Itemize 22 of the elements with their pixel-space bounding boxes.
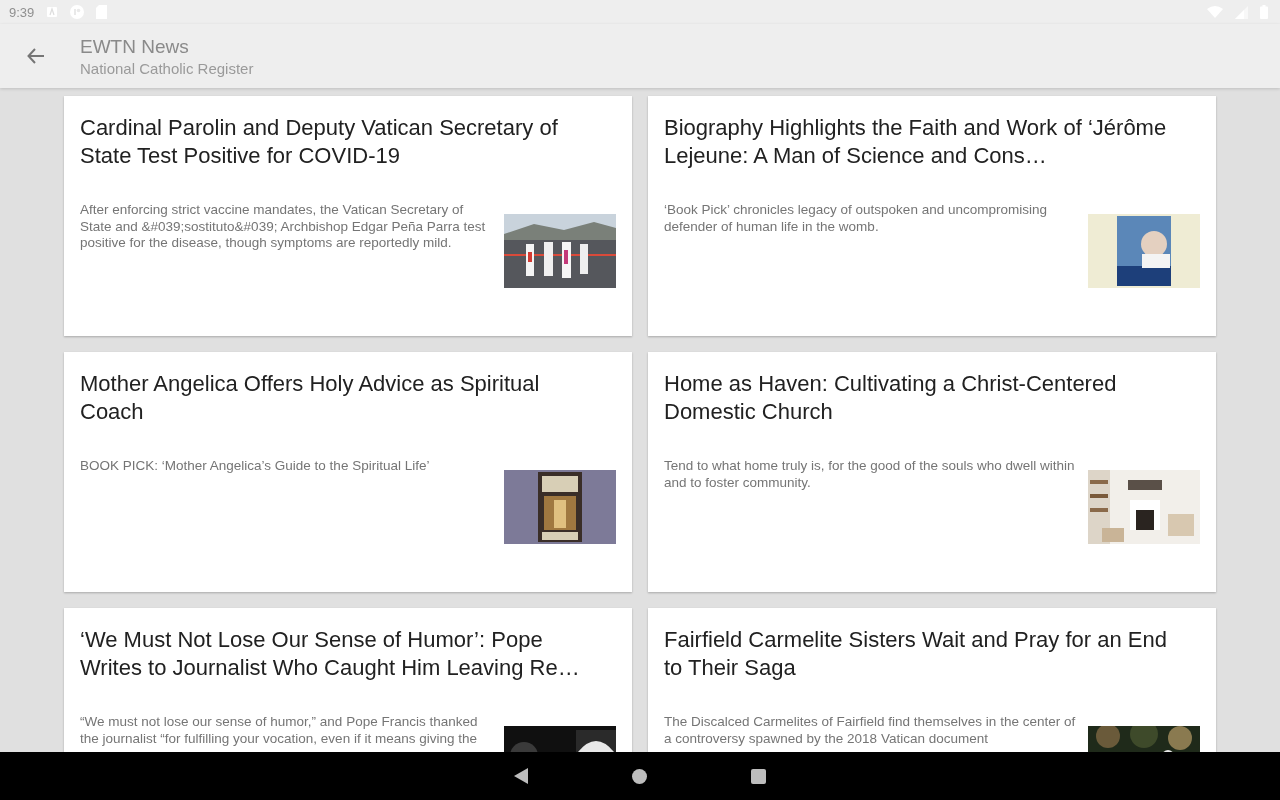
article-card[interactable]	[64, 96, 632, 336]
article-title: ‘We Must Not Lose Our Sense of Humor’: Pope Writes to Journalist Who Caught Him Leaving Re…	[80, 626, 581, 682]
article-title: Mother Angelica Offers Holy Advice as Spiritual Coach	[80, 370, 541, 426]
article-title: Fairfield Carmelite Sisters Wait and Pray for an End to Their Saga	[664, 626, 1168, 682]
notification-icon	[46, 6, 59, 18]
app-title: EWTN News	[80, 35, 190, 58]
article-card[interactable]: Home as Haven: Cultivating a Christ-Centered Domestic Church Tend to what home truly is, for the good of the souls who dwell within and to foster community.	[648, 352, 1216, 592]
app-subtitle: National Catholic Register	[80, 59, 254, 77]
status-time: 9:39	[9, 4, 35, 20]
article-summary: ‘Book Pick’ chronicles legacy of outspoken and uncompromising defender of human life in the womb.	[664, 202, 1048, 236]
article-title: Home as Haven: Cultivating a Christ-Centered Domestic Church	[664, 370, 1118, 426]
article-card[interactable]: Biography Highlights the Faith and Work of ‘Jérôme Lejeune: A Man of Science and Cons… ‘Book Pick’ chronicles legacy of outspoken and uncompromising defender of human life in the womb.	[648, 96, 1216, 336]
back-arrow-icon	[27, 47, 45, 65]
article-summary: Tend to what home truly is, for the good of the souls who dwell within and to foster community.	[664, 458, 1076, 492]
article-summary: The Discalced Carmelites of Fairfield find themselves in the center of a controversy spawned by the 2018 Vatican document	[664, 714, 1076, 748]
article-summary: BOOK PICK: ‘Mother Angelica’s Guide to the Spiritual Life’	[80, 458, 431, 475]
article-summary: “We must not lose our sense of humor,” and Pope Francis thanked the journalist “for fulfilling your vocation, even if it means giving the	[80, 714, 479, 748]
article-summary: After enforcing strict vaccine mandates, the Vatican Secretary of State and &#039;sostituto&#039; Archbishop Edgar Peña Parra test positive for the disease, though symptoms are reportedly mild.	[80, 202, 487, 252]
article-title: Cardinal Parolin and Deputy Vatican Secretary of State Test Positive for COVID-19	[80, 114, 559, 170]
article-card[interactable]: Mother Angelica Offers Holy Advice as Spiritual Coach BOOK PICK: ‘Mother Angelica’s Guide to the Spiritual Life’	[64, 352, 632, 592]
article-card[interactable]: Fairfield Carmelite Sisters Wait and Pray for an End to Their Saga The Discalced Carmelites of Fairfield find themselves in the center of a controversy spawned by the 2018 Vatican document	[648, 608, 1216, 752]
article-title: Biography Highlights the Faith and Work of ‘Jérôme Lejeune: A Man of Science and Cons…	[664, 114, 1168, 170]
